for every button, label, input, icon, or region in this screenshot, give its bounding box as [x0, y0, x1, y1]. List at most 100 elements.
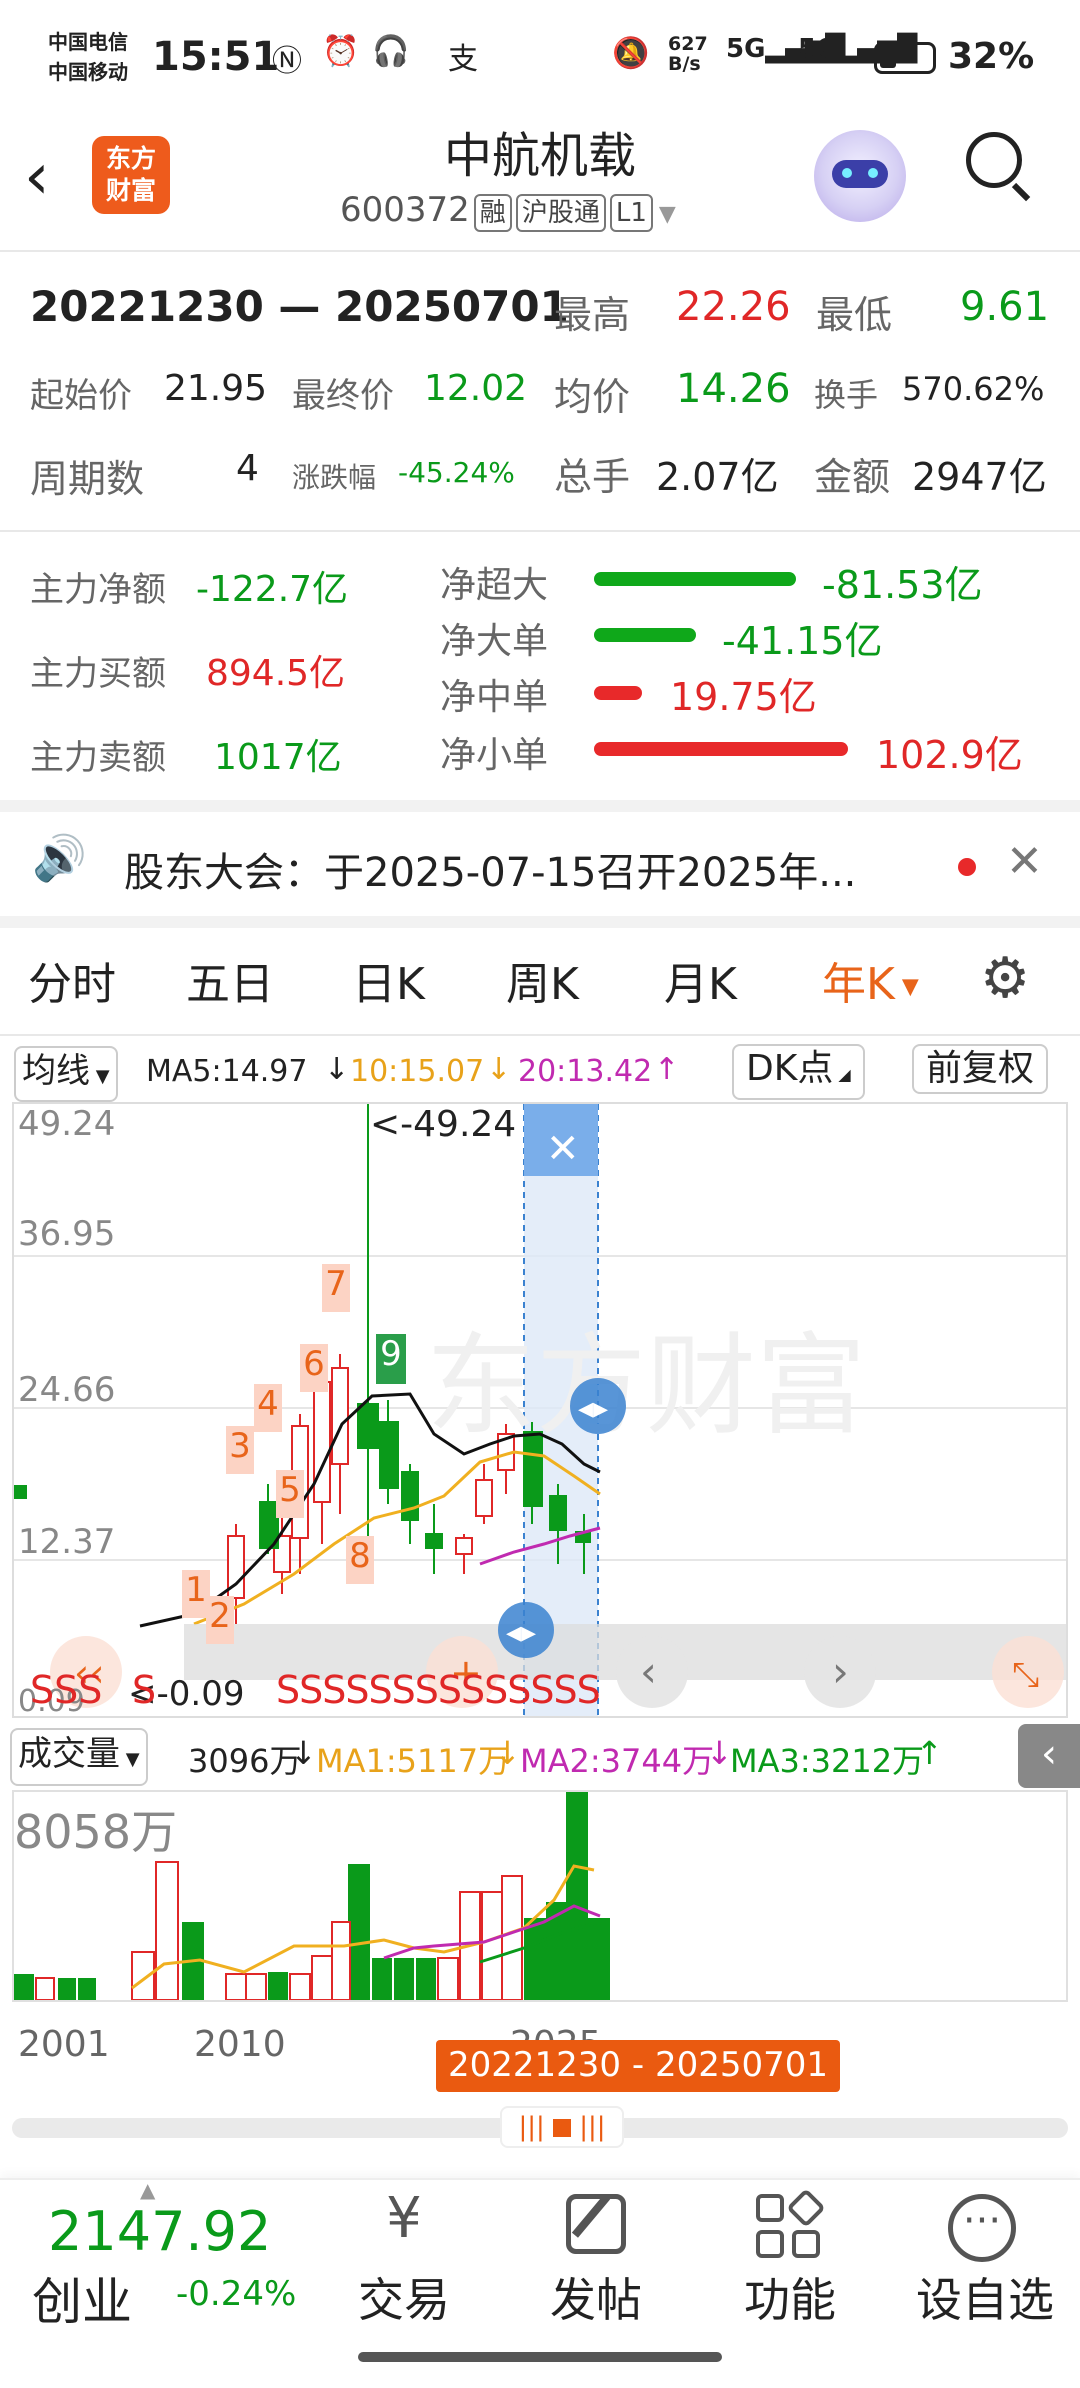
close-icon[interactable]: ✕	[1006, 836, 1043, 887]
app-logo[interactable]: 东方 财富	[92, 136, 170, 214]
svg-text:⤡: ⤡	[1012, 1655, 1039, 1695]
nav-post[interactable]: 发帖	[528, 2264, 664, 2330]
stock-code-line[interactable]: 600372 融沪股通 L1 ▼	[340, 190, 676, 232]
tag-level: L1	[609, 194, 653, 232]
index-name[interactable]: 创业	[32, 2262, 132, 2334]
signal-label-4[interactable]: 4	[254, 1384, 282, 1432]
tag-connect: 沪股通	[515, 194, 606, 232]
home-indicator	[358, 2352, 722, 2362]
mute-icon: 🔕	[612, 36, 650, 71]
volume-current-arrow: ↓	[290, 1734, 317, 1772]
svg-text:✕: ✕	[546, 1126, 580, 1172]
buy-label: 主力买额	[30, 654, 166, 694]
volume-ma3: MA3:3212万	[730, 1742, 925, 1780]
signal-label-7[interactable]: 7	[322, 1264, 350, 1312]
kline-chart[interactable]: ✕ 东方财富 ◂▸ ◂▸ ‹‹ + ‹ › ⤡ 49.24 36.95 24.6…	[12, 1102, 1068, 1718]
flow-medium-bar	[594, 686, 642, 700]
tick-3: 24.66	[18, 1370, 116, 1410]
turnover-value: 570.62%	[902, 370, 1045, 408]
flow-small-bar	[594, 742, 848, 756]
dk-button[interactable]: DK点 ◢	[732, 1044, 865, 1100]
function-icon[interactable]	[756, 2188, 826, 2262]
stock-code: 600372	[340, 190, 470, 230]
flow-large-bar	[594, 628, 696, 642]
svg-text:◂▸: ◂▸	[506, 1615, 536, 1650]
notice-divider	[0, 916, 1080, 928]
notice-bar[interactable]: 🔊 股东大会：于2025-07-15召开2025年... ✕	[0, 812, 1080, 916]
volume-value: 2.07亿	[656, 455, 779, 499]
chevron-down-icon: ▼	[894, 974, 919, 1000]
volume-select[interactable]: 成交量 ▼	[10, 1728, 148, 1786]
flow-medium-value: 19.75亿	[670, 675, 817, 719]
signal-label-2[interactable]: 2	[206, 1596, 234, 1644]
volume-ma2: MA2:3744万	[520, 1742, 715, 1780]
carrier-1: 中国电信	[48, 30, 128, 54]
sell-value: 1017亿	[214, 737, 342, 778]
index-value[interactable]: 2147.92	[48, 2200, 271, 2263]
summary-divider	[0, 530, 1080, 532]
range-badge: 20221230 - 20250701	[436, 2040, 840, 2092]
net-value: -122.7亿	[196, 569, 349, 610]
tab-weekly[interactable]: 周K	[506, 948, 579, 1012]
start-value: 21.95	[164, 368, 268, 409]
back-icon[interactable]: ‹	[24, 140, 50, 214]
app-notification-icon: 支	[448, 42, 478, 77]
battery-icon	[874, 42, 936, 74]
post-icon[interactable]	[566, 2194, 626, 2254]
tick-4: 12.37	[18, 1522, 116, 1562]
nav-function[interactable]: 功能	[722, 2264, 858, 2330]
gear-icon[interactable]: ⚙	[980, 946, 1030, 1011]
signal-label-9[interactable]: 9	[376, 1334, 406, 1384]
volume-select-label: 成交量	[18, 1734, 120, 1774]
signal-label-8[interactable]: 8	[346, 1536, 374, 1584]
assistant-avatar[interactable]	[814, 130, 906, 222]
more-icon[interactable]: ···	[948, 2194, 1016, 2262]
dk-button-label: DK点	[746, 1048, 834, 1089]
tick-max: 49.24	[18, 1104, 116, 1144]
tabs-divider	[0, 1034, 1080, 1036]
ma5-arrow: ↓	[324, 1052, 350, 1087]
volume-ma2-arrow: ↓	[706, 1734, 733, 1772]
network-speed: 627 B/s	[668, 33, 708, 75]
chevron-down-icon: ▼	[120, 1749, 140, 1770]
nfc-icon: Ⓝ	[272, 44, 302, 79]
flow-super-label: 净超大	[440, 565, 549, 606]
restore-button[interactable]: 前复权	[912, 1044, 1049, 1094]
tag-margin: 融	[473, 194, 512, 232]
ma-select[interactable]: 均线 ▼	[14, 1046, 118, 1102]
date-range: 20221230 — 20250701	[30, 282, 569, 331]
range-handle[interactable]: ||| |||	[500, 2106, 624, 2148]
tab-yearly[interactable]: 年K ▼	[822, 948, 919, 1012]
volume-chart[interactable]: 8058万	[12, 1790, 1068, 2002]
search-icon[interactable]	[966, 132, 1031, 202]
tab-monthly[interactable]: 月K	[664, 948, 737, 1012]
index-change: -0.24%	[176, 2274, 297, 2314]
carrier-2: 中国移动	[48, 60, 128, 84]
signal-label-5[interactable]: 5	[276, 1470, 304, 1518]
handle-left-icon: |||	[518, 2112, 545, 2142]
svg-text:›: ›	[832, 1647, 849, 1696]
header-divider	[0, 250, 1080, 252]
handle-center-icon	[553, 2118, 571, 2137]
alarm-icon: ⏰	[322, 34, 360, 69]
chevron-down-icon: ▼	[90, 1066, 110, 1087]
collapse-panel-button[interactable]: ‹	[1018, 1724, 1080, 1788]
change-label: 涨跌幅	[292, 461, 377, 494]
nav-watchlist[interactable]: 设自选	[900, 2264, 1070, 2330]
nav-trade[interactable]: 交易	[336, 2264, 472, 2330]
expand-up-icon[interactable]: ▲	[140, 2178, 155, 2202]
tab-intraday[interactable]: 分时	[28, 948, 116, 1012]
tab-daily[interactable]: 日K	[352, 948, 425, 1012]
trade-icon[interactable]: ¥	[356, 2186, 452, 2251]
avg-value: 14.26	[676, 366, 791, 412]
flow-large-value: -41.15亿	[722, 619, 883, 663]
periods-label: 周期数	[30, 457, 145, 501]
tab-five-day[interactable]: 五日	[186, 948, 274, 1012]
signal-label-3[interactable]: 3	[226, 1426, 254, 1474]
flow-small-value: 102.9亿	[876, 733, 1023, 777]
signal-label-6[interactable]: 6	[300, 1344, 328, 1392]
change-value: -45.24%	[398, 456, 515, 489]
end-label: 最终价	[292, 376, 394, 416]
svg-text:‹: ‹	[640, 1647, 657, 1696]
handle-right-icon: |||	[579, 2112, 606, 2142]
